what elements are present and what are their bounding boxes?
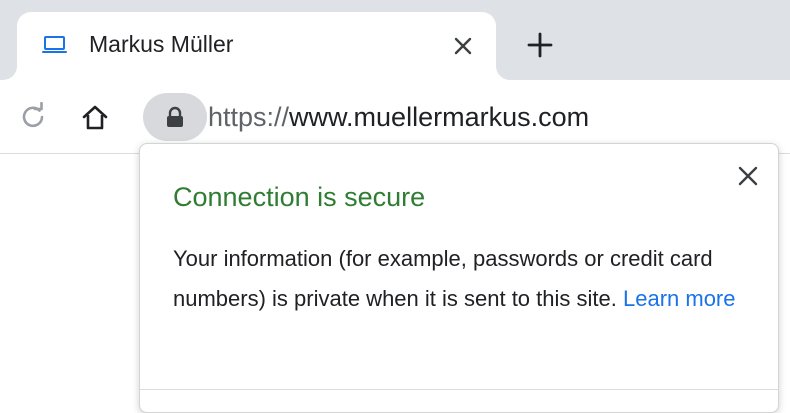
address-bar[interactable]: https://www.muellermarkus.com bbox=[208, 102, 589, 133]
connection-status-title: Connection is secure bbox=[173, 182, 426, 212]
connection-description: Your information (for example, passwords… bbox=[173, 239, 763, 319]
site-info-popup: Connection is secure Your information (f… bbox=[139, 143, 779, 413]
tab-close-icon[interactable] bbox=[452, 35, 474, 57]
tab-strip: Markus Müller bbox=[0, 0, 790, 80]
reload-icon[interactable] bbox=[18, 102, 48, 132]
url-host: www.muellermarkus.com bbox=[289, 102, 590, 132]
home-icon[interactable] bbox=[80, 102, 110, 132]
tab-title: Markus Müller bbox=[89, 31, 234, 57]
site-info-button[interactable] bbox=[143, 93, 207, 141]
popup-divider bbox=[140, 389, 778, 390]
tab-curve-left bbox=[3, 66, 17, 80]
lock-icon bbox=[167, 106, 183, 127]
laptop-icon bbox=[42, 36, 67, 53]
active-tab[interactable]: Markus Müller bbox=[17, 12, 496, 80]
popup-close-icon[interactable] bbox=[737, 165, 759, 187]
url-scheme: https:// bbox=[208, 102, 290, 132]
new-tab-plus-icon[interactable] bbox=[526, 31, 554, 59]
tab-curve-right bbox=[496, 66, 510, 80]
learn-more-link[interactable]: Learn more bbox=[623, 286, 736, 311]
